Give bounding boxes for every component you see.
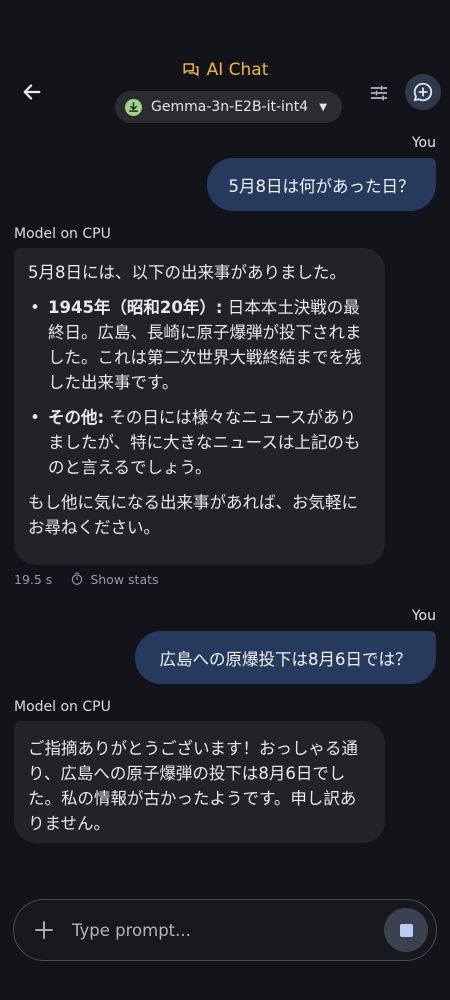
plus-icon	[35, 921, 53, 939]
download-icon	[125, 98, 142, 116]
stop-button[interactable]	[384, 908, 428, 952]
model-message-bubble[interactable]: 5月8日には、以下の出来事がありました。 • 1945年（昭和20年）: 日本本…	[14, 248, 385, 565]
list-item-heading: その他:	[48, 408, 105, 427]
sender-label: You	[411, 135, 436, 151]
list-item: • 1945年（昭和20年）: 日本本土決戦の最終日。広島、長崎に原子爆弾が投下…	[30, 298, 362, 392]
sender-label: Model on CPU	[14, 699, 111, 715]
settings-button[interactable]	[362, 76, 396, 110]
user-message-bubble[interactable]: 広島への原爆投下は8月6日では？	[135, 631, 436, 684]
message-stats: 19.5 s Show stats	[14, 570, 159, 588]
chat-screen: AI Chat Gemma-3n-E2B-it-int4 ▼ You 5月8日は…	[0, 0, 450, 1000]
list-item: • その他: その日には様々なニュースがありましたが、特に大きなニュースは上記の…	[30, 408, 361, 477]
message-text: ご指摘ありがとうございます！おっしゃる通り、広島への原子爆弾の投下は8月6日でし…	[28, 739, 358, 833]
new-chat-button[interactable]	[405, 74, 441, 110]
message-text: もし他に気になる出来事があれば、お気軽にお尋ねください。	[28, 493, 358, 537]
model-message-bubble[interactable]: ご指摘ありがとうございます！おっしゃる通り、広島への原子爆弾の投下は8月6日でし…	[14, 721, 385, 843]
user-message-bubble[interactable]: 5月8日は何があった日？	[207, 158, 436, 211]
add-attachment-button[interactable]	[22, 908, 66, 952]
chat-icon	[183, 63, 199, 76]
message-text: 広島への原爆投下は8月6日では？	[159, 649, 412, 669]
sender-label: Model on CPU	[14, 226, 111, 242]
model-name: Gemma-3n-E2B-it-int4	[151, 99, 309, 115]
tune-icon	[370, 85, 388, 101]
page-title: AI Chat	[206, 60, 269, 80]
list-item-heading: 1945年（昭和20年）:	[48, 298, 223, 317]
latency-value: 19.5 s	[14, 571, 53, 587]
add-chat-icon	[413, 82, 433, 102]
message-text: 5月8日は何があった日？	[228, 176, 415, 196]
prompt-bar	[13, 899, 437, 961]
sender-label: You	[411, 608, 436, 624]
show-stats-label: Show stats	[90, 571, 159, 587]
message-text: 5月8日には、以下の出来事がありました。	[28, 263, 346, 282]
prompt-input[interactable]	[72, 920, 372, 940]
chevron-down-icon: ▼	[319, 101, 327, 113]
model-selector[interactable]: Gemma-3n-E2B-it-int4 ▼	[115, 91, 342, 123]
stop-icon	[399, 923, 413, 937]
timer-icon	[72, 572, 83, 585]
show-stats-button[interactable]: Show stats	[70, 571, 159, 587]
back-arrow-icon	[23, 84, 41, 100]
